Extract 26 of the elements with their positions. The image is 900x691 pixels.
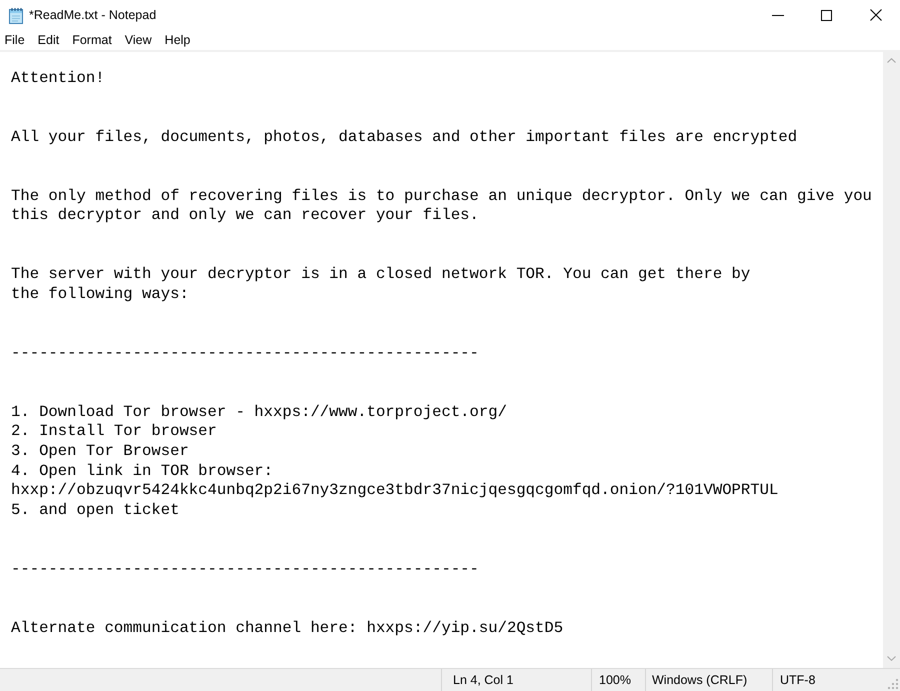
menu-item[interactable]: Edit — [31, 32, 66, 48]
note-text: Attention! — [11, 69, 105, 89]
menu-item[interactable]: File — [0, 32, 32, 48]
window-title: *ReadMe.txt - Notepad — [29, 8, 156, 22]
chevron-down-icon[interactable] — [887, 656, 896, 661]
note-text: -------------------------------------------------- — [11, 344, 479, 364]
menu-item[interactable]: Help — [158, 32, 197, 48]
vertical-scrollbar[interactable] — [883, 52, 900, 668]
chevron-up-icon[interactable] — [887, 58, 896, 63]
encoding-label: UTF-8 — [780, 673, 816, 687]
note-text: Alternate communication channel here: hxxps://yip.su/2QstD5 — [11, 618, 564, 638]
maximize-icon — [821, 10, 832, 20]
notepad-icon — [8, 6, 24, 24]
note-text: The only method of recovering files is to purchase an unique decryptor. Only we can give you this decryptor and only we can recover your files. — [11, 186, 872, 226]
note-text: The server with your decryptor is in a closed network TOR. You can get there by the following ways: — [11, 265, 750, 305]
line-ending: Windows (CRLF) — [652, 673, 748, 687]
close-icon — [870, 9, 882, 21]
menu-item[interactable]: View — [118, 32, 158, 48]
cursor-position: Ln 4, Col 1 — [453, 673, 514, 687]
note-text: All your files, documents, photos, databases and other important files are encrypted — [11, 128, 798, 148]
note-text: 1. Download Tor browser - hxxps://www.torproject.org/ 2. Install Tor browser 3. Open Tor Browser 4. Open link in TOR browser: hxxp://obzuqvr5424kkc4unbq2p2i67ny3zngce3tbdr37nicjqesgqcgomfqd.onion/?101VWOPRTUL 5. and open ticket — [11, 402, 778, 521]
menu-item[interactable]: Format — [66, 32, 118, 48]
zoom-level: 100% — [599, 673, 631, 687]
minimize-icon — [772, 14, 784, 16]
note-text: -------------------------------------------------- — [11, 560, 479, 580]
resize-grip-icon[interactable] — [888, 679, 898, 689]
